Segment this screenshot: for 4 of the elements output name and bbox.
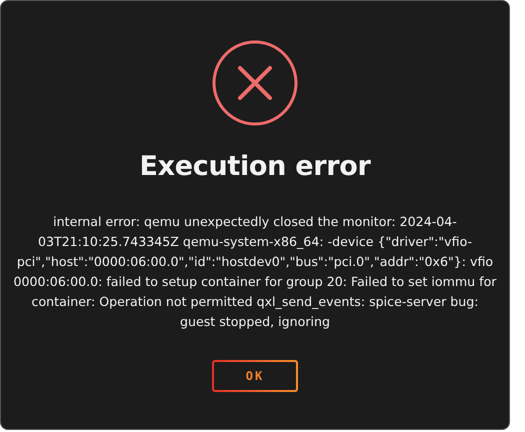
error-icon (211, 39, 299, 127)
ok-button[interactable]: OK (212, 360, 298, 392)
error-message: internal error: qemu unexpectedly closed the monitor: 2024-04-03T21:10:25.743345Z qemu-system-x86_64: -device {"driver":"vfio-pci","host":"0000:06:00.0","id":"hostdev0","bus":"pci.0","addr":"0x6"}: vfio 0000:06:00.0: failed to setup container for group 20: Failed to set iommu for container: Operation not permitted qxl_send_events: spice-server bug: guest stopped, ignoring (13, 213, 497, 331)
dialog-title: Execution error (139, 151, 371, 182)
